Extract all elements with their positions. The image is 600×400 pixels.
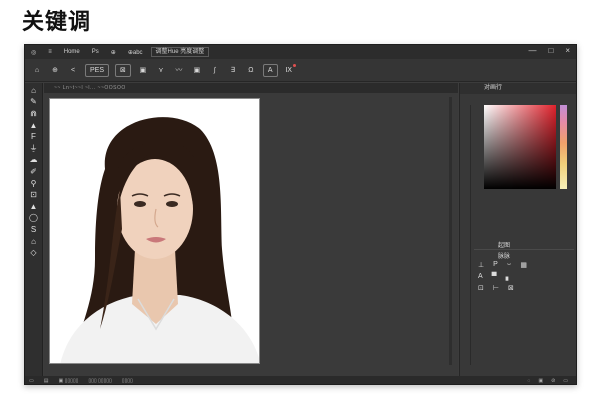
image-icon[interactable]: ▣ xyxy=(191,64,203,77)
status-item-4: ▯▯▯ ▯▯▯▯▯ xyxy=(88,378,112,384)
panel-label-a: 起图 xyxy=(498,243,511,249)
status-icon-3[interactable]: ⊘ xyxy=(551,378,555,384)
panel-label-b: 脉脉 xyxy=(498,254,511,260)
menu-bar: ◎ ≡ Home Ps ⊕ ⊕abc 调整Hue 亮度调整 — □ × xyxy=(25,45,576,59)
exists-icon[interactable]: ∃ xyxy=(227,64,239,77)
numeral-icon[interactable]: Ⅸ xyxy=(284,64,298,77)
perp-icon[interactable]: ⊥ xyxy=(478,261,484,269)
minimize-icon[interactable]: — xyxy=(528,46,536,55)
document-area: ~~ Ln~t~~l ~l... ~~OOSOO xyxy=(44,83,458,376)
menu-icon[interactable]: ≡ xyxy=(42,49,58,55)
status-bar: ▭ ▤ ▣ ▯▯▯▯▯ ▯▯▯ ▯▯▯▯▯ ▯▯▯▯ ◌ ▣ ⊘ ▭ xyxy=(25,376,576,384)
shape-tool-icon[interactable]: ▲ xyxy=(27,202,41,212)
status-item-2: ▤ xyxy=(43,378,49,384)
image-canvas[interactable] xyxy=(49,98,260,364)
omega-icon[interactable]: Ω xyxy=(245,64,257,77)
menu-item-ps[interactable]: Ps xyxy=(86,49,105,55)
smile-icon[interactable]: ⌣ xyxy=(507,261,512,269)
status-item-5: ▯▯▯▯ xyxy=(121,378,133,384)
menu-item-adjust[interactable]: 调整Hue 亮度调整 xyxy=(150,47,210,57)
curve-icon[interactable]: ∫ xyxy=(209,64,221,77)
photoshop-window: ◎ ≡ Home Ps ⊕ ⊕abc 调整Hue 亮度调整 — □ × ⌂ ⊕ … xyxy=(24,44,577,385)
triangle-tool-icon[interactable]: ▲ xyxy=(27,121,41,131)
frame-icon[interactable]: ⊡ xyxy=(478,284,484,292)
f-tool-icon[interactable]: F xyxy=(27,132,41,142)
panel-row-2: A ▀ ▖ xyxy=(478,273,511,281)
text-tool-icon[interactable]: A xyxy=(262,63,278,77)
color-picker-field[interactable] xyxy=(484,105,556,189)
a-icon[interactable]: A xyxy=(478,273,483,281)
panel-divider xyxy=(470,105,471,365)
menu-item-edit[interactable]: ⊕abc xyxy=(122,49,149,56)
panel-separator xyxy=(474,249,574,250)
tack-icon[interactable]: ⊢ xyxy=(493,284,499,292)
menu-item-home[interactable]: Home xyxy=(58,49,86,55)
brush-tool-icon[interactable]: ✎ xyxy=(27,98,41,108)
s-tool-icon[interactable]: S xyxy=(27,225,41,235)
panel-row-1: ⊥ P ⌣ ▦ xyxy=(478,261,527,269)
warp-icon[interactable]: ⋎ xyxy=(155,64,167,77)
status-icon-2[interactable]: ▣ xyxy=(538,378,543,384)
maximize-icon[interactable]: □ xyxy=(548,46,553,55)
wave-icon[interactable]: 〰 xyxy=(173,64,185,77)
cloud-tool-icon[interactable]: ☁ xyxy=(27,156,41,166)
page-heading: 关键调 xyxy=(22,10,92,35)
color-panel-header[interactable]: 对画行 xyxy=(460,83,576,94)
quadrant-icon[interactable]: ▖ xyxy=(506,273,511,281)
lasso-tool-icon[interactable]: ⋒ xyxy=(27,109,41,119)
home-tool-icon[interactable]: ⌂ xyxy=(27,86,41,96)
back-icon[interactable]: < xyxy=(67,64,79,77)
status-item-3: ▣ ▯▯▯▯▯ xyxy=(58,378,79,384)
ellipse-tool-icon[interactable]: ◯ xyxy=(27,214,41,224)
diamond-tool-icon[interactable]: ◇ xyxy=(27,248,41,258)
frame-icon[interactable]: ▣ xyxy=(137,64,149,77)
home-icon[interactable]: ⌂ xyxy=(31,64,43,77)
crop-tool-icon[interactable]: ⊡ xyxy=(27,190,41,200)
target-icon[interactable]: ⊕ xyxy=(49,64,61,77)
options-bar: ⌂ ⊕ < PES ⊠ ▣ ⋎ 〰 ▣ ∫ ∃ Ω A Ⅸ xyxy=(25,59,576,82)
xbox-icon[interactable]: ⊠ xyxy=(508,284,514,292)
block-icon[interactable]: ▀ xyxy=(492,273,497,281)
menu-item-view[interactable]: ⊕ xyxy=(105,49,122,56)
cancel-box-icon[interactable]: ⊠ xyxy=(115,63,131,77)
panel-row-3: ⊡ ⊢ ⊠ xyxy=(478,284,514,292)
toolbar: ⌂ ✎ ⋒ ▲ F ⏚ ☁ ✐ ⚲ ⊡ ▲ ◯ S ⌂ ◇ xyxy=(25,83,43,376)
close-icon[interactable]: × xyxy=(565,46,570,55)
pen-tool-icon[interactable]: ✐ xyxy=(27,167,41,177)
app-icon[interactable]: ◎ xyxy=(25,49,42,56)
status-item-1: ▭ xyxy=(29,378,34,384)
eyedropper-tool-icon[interactable]: ⚲ xyxy=(27,179,41,189)
preset-button[interactable]: PES xyxy=(85,63,110,77)
hue-slider[interactable] xyxy=(560,105,567,189)
grid-icon[interactable]: ▦ xyxy=(520,261,527,269)
status-icon-4[interactable]: ▭ xyxy=(563,378,568,384)
document-tab[interactable]: ~~ Ln~t~~l ~l... ~~OOSOO xyxy=(44,83,458,93)
right-panels: 对画行 起图 脉脉 ⊥ P ⌣ ▦ A ▀ ▖ ⊡ ⊢ ⊠ xyxy=(459,83,576,376)
stamp-tool-icon[interactable]: ⏚ xyxy=(27,144,41,154)
p-icon[interactable]: P xyxy=(493,261,498,269)
hand-tool-icon[interactable]: ⌂ xyxy=(27,237,41,247)
vertical-scrollbar[interactable] xyxy=(449,97,452,365)
status-icon-1[interactable]: ◌ xyxy=(527,378,530,384)
portrait-image xyxy=(50,99,259,363)
